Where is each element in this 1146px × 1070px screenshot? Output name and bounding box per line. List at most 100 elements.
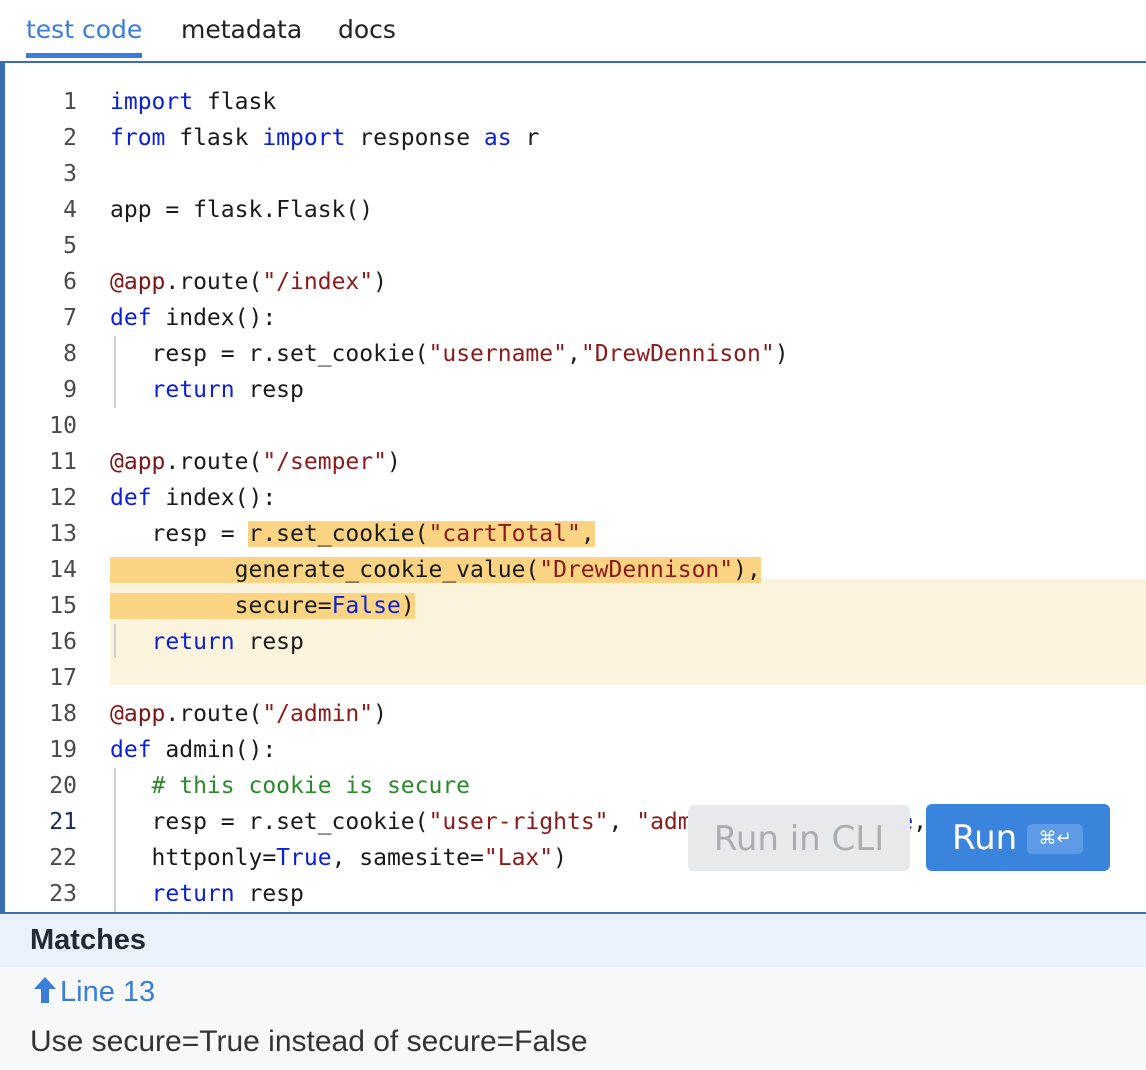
code-token: admin(): xyxy=(151,737,277,763)
code-token: @app xyxy=(110,449,166,475)
line-number: 4 xyxy=(63,197,77,223)
code-token: import xyxy=(262,125,346,151)
code-text: # this cookie is secure xyxy=(110,768,471,804)
arrow-up-icon xyxy=(34,977,56,1003)
code-line: 17 xyxy=(5,660,1146,696)
code-line: 16 return resp xyxy=(5,624,1146,660)
code-token: .route( xyxy=(165,449,263,475)
code-token: True xyxy=(276,845,332,871)
keyboard-shortcut-badge: ⌘↵ xyxy=(1027,824,1083,854)
code-token: "user-rights" xyxy=(428,809,609,835)
code-token: .route( xyxy=(165,269,263,295)
code-token: app = flask.Flask() xyxy=(110,197,374,223)
code-token: False xyxy=(331,593,401,619)
code-token: resp xyxy=(234,881,304,907)
code-token: resp = xyxy=(110,521,249,547)
code-token: @app xyxy=(110,701,166,727)
line-number: 8 xyxy=(63,341,77,367)
code-line: 20 # this cookie is secure xyxy=(5,768,1146,804)
code-token: ) xyxy=(553,845,567,871)
line-number: 12 xyxy=(49,485,77,511)
run-button[interactable]: Run ⌘↵ xyxy=(926,804,1110,871)
code-text: import flask xyxy=(110,84,276,120)
line-number: 19 xyxy=(49,737,77,763)
code-line: 8 resp = r.set_cookie("username","DrewDe… xyxy=(5,336,1146,372)
line-number: 5 xyxy=(63,233,77,259)
code-token: secure= xyxy=(110,593,332,619)
line-number: 15 xyxy=(49,593,77,619)
code-token: "DrewDennison" xyxy=(580,341,775,367)
line-number: 6 xyxy=(63,269,77,295)
code-line: 13 resp = r.set_cookie("cartTotal", xyxy=(5,516,1146,552)
code-token: httponly= xyxy=(110,845,277,871)
code-token: "/admin" xyxy=(262,701,374,727)
code-line: 15 secure=False) xyxy=(5,588,1146,624)
code-line: 23 return resp xyxy=(5,876,1146,912)
code-line: 3 xyxy=(5,156,1146,192)
code-token: def xyxy=(110,485,152,511)
code-token: @app xyxy=(110,269,166,295)
line-number: 20 xyxy=(49,773,77,799)
code-token: flask xyxy=(165,125,263,151)
code-token: ) xyxy=(774,341,789,367)
line-number: 3 xyxy=(63,161,77,187)
code-line: 12 def index(): xyxy=(5,480,1146,516)
code-text: resp = r.set_cookie("cartTotal", xyxy=(110,516,595,552)
matches-header: Matches xyxy=(0,912,1146,967)
code-token: resp xyxy=(234,629,304,655)
line-number: 10 xyxy=(49,413,77,439)
code-token: response xyxy=(345,125,484,151)
tab-metadata[interactable]: metadata xyxy=(181,0,302,58)
match-line-link[interactable]: Line 13 xyxy=(32,975,155,1009)
code-token: generate_cookie_value( xyxy=(110,557,540,583)
code-line: 18 @app.route("/admin") xyxy=(5,696,1146,732)
line-number: 2 xyxy=(63,125,77,151)
code-text: @app.route("/semper") xyxy=(110,444,401,480)
code-text: from flask import response as r xyxy=(110,120,539,156)
match-message: Use secure=True instead of secure=False xyxy=(30,1025,588,1058)
match-line-label: Line 13 xyxy=(60,976,156,1008)
line-number: 17 xyxy=(49,665,77,691)
code-token: ) xyxy=(373,269,387,295)
code-line: 2 from flask import response as r xyxy=(5,120,1146,156)
code-token: def xyxy=(110,305,152,331)
code-token: r.set_cookie( xyxy=(248,521,429,547)
run-in-cli-button[interactable]: Run in CLI xyxy=(688,805,910,871)
code-line: 1 import flask xyxy=(5,84,1146,120)
code-editor[interactable]: 1 import flask 2 from flask import response… xyxy=(5,62,1146,912)
code-text: return resp xyxy=(110,876,304,912)
code-token: "/index" xyxy=(262,269,374,295)
code-token: def xyxy=(110,737,152,763)
code-text: generate_cookie_value("DrewDennison"), xyxy=(110,552,761,588)
code-token: return xyxy=(151,377,235,403)
code-line: 5 xyxy=(5,228,1146,264)
matches-panel: Line 13 Use secure=True instead of secur… xyxy=(0,967,1146,1070)
tab-docs[interactable]: docs xyxy=(338,0,396,58)
code-token: ) xyxy=(386,449,401,475)
code-text: return resp xyxy=(110,624,304,660)
line-number: 22 xyxy=(49,845,77,871)
line-number: 23 xyxy=(49,881,77,907)
code-token: from xyxy=(110,125,166,151)
code-token: resp = r.set_cookie( xyxy=(110,809,429,835)
code-token: , xyxy=(608,809,637,835)
code-token: , xyxy=(566,341,581,367)
code-line: 4 app = flask.Flask() xyxy=(5,192,1146,228)
code-token: "/semper" xyxy=(262,449,387,475)
tab-test-code[interactable]: test code xyxy=(26,0,143,58)
line-number: 21 xyxy=(49,809,77,835)
line-number: 13 xyxy=(49,521,77,547)
code-token: ) xyxy=(400,593,415,619)
line-number: 7 xyxy=(63,305,77,331)
code-token: ), xyxy=(733,557,761,583)
run-button-label: Run xyxy=(952,818,1018,858)
code-token: "cartTotal" xyxy=(428,521,581,547)
code-token: index(): xyxy=(151,305,277,331)
code-token: "DrewDennison" xyxy=(539,557,734,583)
code-text: httponly=True, samesite="Lax") xyxy=(110,840,567,876)
code-line: 14 generate_cookie_value("DrewDennison")… xyxy=(5,552,1146,588)
line-number: 16 xyxy=(49,629,77,655)
